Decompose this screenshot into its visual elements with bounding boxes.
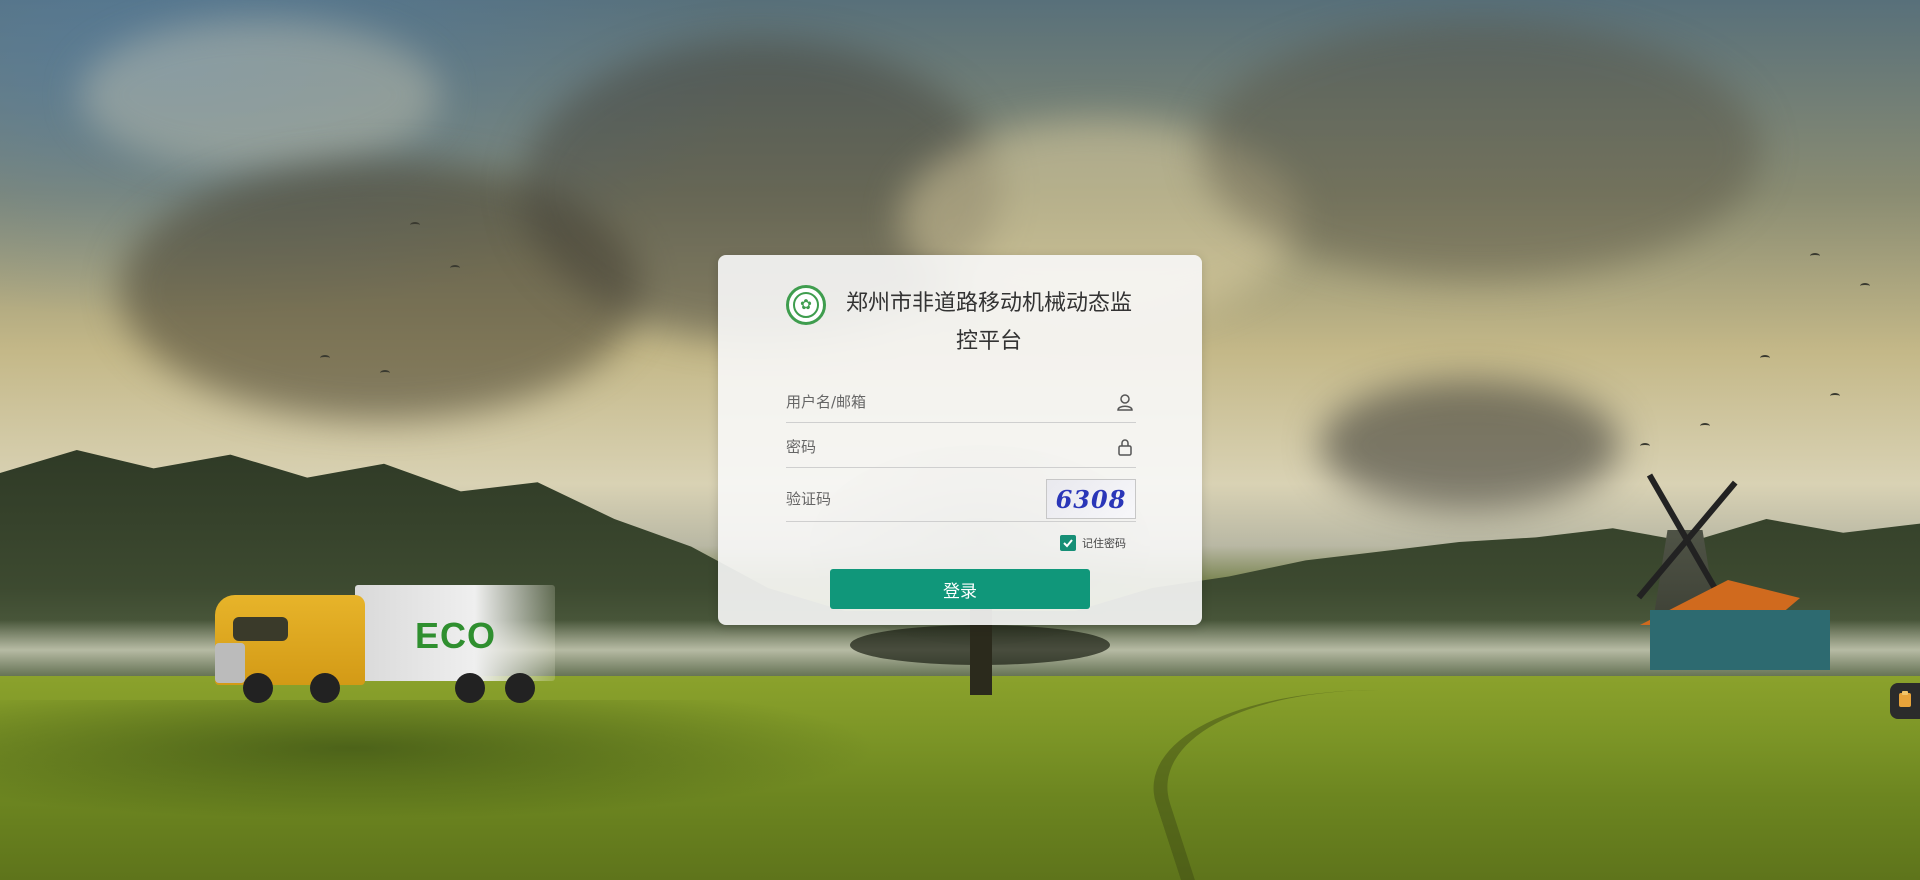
password-input[interactable] (786, 429, 1114, 465)
bird (1700, 423, 1710, 429)
remember-label: 记住密码 (1082, 537, 1126, 550)
cloud (1200, 20, 1760, 280)
captcha-row: 6308 (786, 477, 1136, 522)
bird (1640, 443, 1650, 449)
bird (1830, 393, 1840, 399)
cloud (80, 20, 440, 170)
user-icon (1114, 391, 1136, 413)
bird (1860, 283, 1870, 289)
bird (410, 222, 420, 228)
truck: ECO (215, 585, 555, 705)
captcha-input[interactable] (786, 481, 1046, 517)
side-tab[interactable] (1890, 683, 1920, 719)
truck-eco-text: ECO (415, 615, 497, 656)
lock-icon (1114, 436, 1136, 458)
clipboard-icon (1898, 690, 1912, 712)
username-row (786, 382, 1136, 423)
captcha-image[interactable]: 6308 (1046, 479, 1136, 519)
bird (450, 265, 460, 271)
login-button[interactable]: 登录 (830, 569, 1090, 609)
bird (380, 370, 390, 376)
remember-password[interactable]: 记住密码 (1060, 535, 1126, 551)
bird (1760, 355, 1770, 361)
page-title: 郑州市非道路移动机械动态监控平台 (845, 291, 1132, 354)
login-card: ✿ 郑州市非道路移动机械动态监控平台 6308 记住密码 登录 (718, 255, 1202, 625)
windmill (1610, 470, 1840, 685)
environment-emblem-icon: ✿ (786, 285, 826, 325)
bird (1810, 253, 1820, 259)
cloud (1320, 380, 1620, 510)
bird (320, 355, 330, 361)
remember-checkbox[interactable] (1060, 535, 1076, 551)
password-row (786, 427, 1136, 468)
field-shadow (0, 700, 880, 820)
username-input[interactable] (786, 384, 1114, 420)
login-header: ✿ 郑州市非道路移动机械动态监控平台 (786, 285, 1136, 361)
